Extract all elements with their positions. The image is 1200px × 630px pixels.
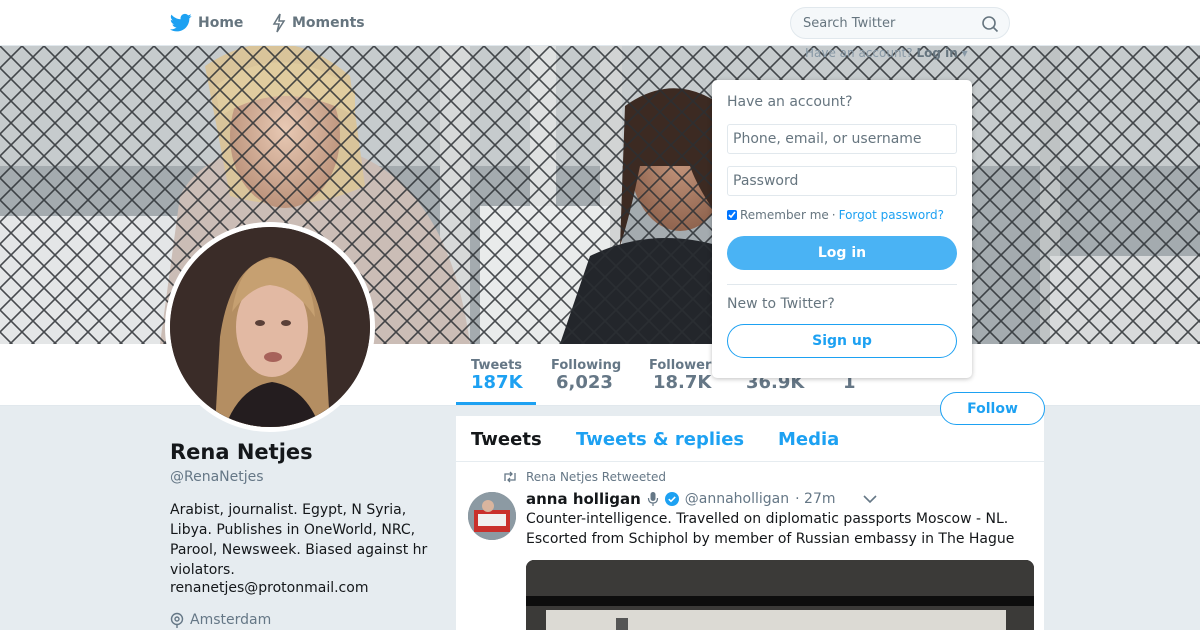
- remember-me-label[interactable]: Remember me: [740, 208, 829, 222]
- password-field[interactable]: [727, 166, 957, 196]
- new-to-twitter-label: New to Twitter?: [727, 296, 835, 312]
- microphone-icon: [647, 492, 658, 506]
- stat-tweets[interactable]: Tweets 187K: [456, 344, 536, 405]
- search-icon[interactable]: [981, 15, 999, 33]
- tweet-author-name[interactable]: anna holligan: [526, 490, 641, 508]
- twitter-bird-icon: [170, 13, 192, 32]
- forgot-password-link[interactable]: Forgot password?: [839, 208, 944, 222]
- login-dropdown: Have an account? Remember me · Forgot pa…: [712, 80, 972, 378]
- search-input[interactable]: [791, 8, 981, 38]
- tweet-text: Counter-intelligence. Travelled on diplo…: [526, 511, 1015, 547]
- login-button[interactable]: Log in: [727, 236, 957, 270]
- stat-followers-value: 18.7K: [653, 372, 712, 393]
- header-login-question: Have an account?: [805, 46, 913, 60]
- tweet-media[interactable]: [526, 560, 1034, 630]
- stat-following-value: 6,023: [556, 372, 613, 393]
- verified-badge-icon: [664, 492, 679, 506]
- username-field[interactable]: [727, 124, 957, 154]
- signup-button[interactable]: Sign up: [727, 324, 957, 358]
- profile-handle[interactable]: @RenaNetjes: [170, 469, 264, 485]
- profile-location-label: Amsterdam: [190, 612, 272, 628]
- profile-email: renanetjes@protonmail.com: [170, 580, 369, 596]
- tweet-header: anna holligan @annaholligan · 27m: [526, 490, 878, 508]
- remember-row: Remember me · Forgot password?: [727, 208, 944, 222]
- header-login-link[interactable]: Log in: [916, 46, 957, 60]
- profile-location: Amsterdam: [170, 612, 271, 628]
- tweet-author-avatar[interactable]: [468, 492, 516, 540]
- chevron-down-icon[interactable]: ▾: [962, 46, 968, 60]
- tab-media[interactable]: Media: [778, 429, 839, 450]
- search-box: [790, 7, 1010, 39]
- retweet-context: Rena Netjes Retweeted: [502, 470, 666, 484]
- retweet-icon: [504, 471, 516, 483]
- stat-tweets-value: 187K: [471, 372, 523, 393]
- remember-separator: ·: [831, 208, 836, 222]
- timeline: Tweets Tweets & replies Media Rena Netje…: [456, 416, 1044, 630]
- nav-home[interactable]: Home: [170, 0, 243, 46]
- tab-tweets-replies[interactable]: Tweets & replies: [576, 429, 744, 450]
- stat-followers-label: Followers: [649, 358, 720, 373]
- follow-button[interactable]: Follow: [940, 392, 1045, 425]
- nav-moments-label: Moments: [292, 15, 365, 31]
- location-pin-icon: [170, 612, 184, 628]
- top-nav: Home Moments: [0, 0, 1200, 46]
- tab-tweets[interactable]: Tweets: [471, 429, 542, 450]
- profile-bio: Arabist, journalist. Egypt, N Syria, Lib…: [170, 502, 428, 578]
- login-dropdown-title: Have an account?: [727, 94, 853, 110]
- stat-following[interactable]: Following 6,023: [551, 344, 631, 406]
- avatar[interactable]: [165, 222, 375, 432]
- dropdown-divider: [727, 284, 957, 285]
- remember-me-checkbox[interactable]: [727, 210, 737, 220]
- header-login-prompt: Have an account? Log in ▾: [805, 46, 968, 60]
- nav-moments[interactable]: Moments: [272, 0, 365, 46]
- retweet-note[interactable]: Rena Netjes Retweeted: [526, 470, 666, 484]
- lightning-icon: [272, 13, 286, 33]
- stat-following-label: Following: [551, 358, 622, 373]
- profile-name[interactable]: Rena Netjes: [170, 440, 313, 464]
- chevron-down-icon[interactable]: [862, 494, 878, 504]
- nav-home-label: Home: [198, 15, 244, 31]
- tweet-author-handle[interactable]: @annaholligan: [685, 491, 789, 507]
- stat-tweets-label: Tweets: [471, 358, 523, 373]
- tweet-time[interactable]: · 27m: [795, 491, 835, 507]
